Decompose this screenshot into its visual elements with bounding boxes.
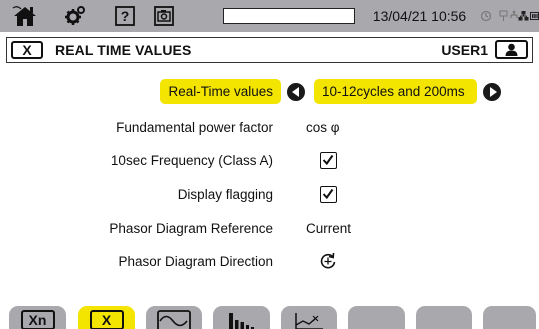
home-icon[interactable] [10, 0, 40, 32]
tab-waveform[interactable] [146, 306, 202, 329]
phasor-reference-label: Phasor Diagram Reference [109, 221, 273, 236]
tab-x[interactable]: X [78, 306, 135, 329]
setting-row-flagging: Display flagging [0, 182, 539, 208]
next-arrow-icon[interactable] [483, 83, 501, 101]
page-title: REAL TIME VALUES [55, 42, 192, 58]
tab-trend[interactable] [281, 306, 337, 329]
power-factor-label: Fundamental power factor [116, 120, 273, 135]
setting-row-power-factor: Fundamental power factor cos φ [0, 115, 539, 141]
settings-icon[interactable] [62, 0, 88, 32]
tab-x-label: X [89, 310, 124, 329]
svg-text:?: ? [121, 8, 130, 24]
setting-row-phasor-direction: Phasor Diagram Direction [0, 249, 539, 275]
title-bar: X REAL TIME VALUES USER1 [6, 37, 533, 63]
frequency-label: 10sec Frequency (Class A) [110, 153, 273, 168]
battery-icon [530, 0, 539, 32]
alarm-icon [479, 0, 493, 32]
status-bar: ? 13/04/21 10:56 [0, 0, 539, 32]
previous-arrow-icon[interactable] [287, 83, 305, 101]
rotate-counterclockwise-icon[interactable] [318, 251, 338, 276]
checkmark-icon [322, 188, 334, 200]
frequency-checkbox[interactable] [320, 152, 337, 169]
datetime: 13/04/21 10:56 [372, 8, 467, 24]
realtime-mode-label[interactable]: Real-Time values [160, 79, 281, 104]
tab-harmonics[interactable] [213, 306, 270, 329]
tab-empty-7[interactable] [416, 306, 472, 329]
tab-empty-6[interactable] [348, 306, 405, 329]
user-icon [505, 43, 518, 56]
harmonics-bars-icon [228, 313, 254, 329]
setting-row-phasor-reference: Phasor Diagram Reference Current [0, 216, 539, 242]
sine-wave-icon [157, 310, 191, 329]
realtime-mode-value[interactable]: 10-12cycles and 200ms [314, 79, 477, 104]
phasor-direction-label: Phasor Diagram Direction [118, 254, 273, 269]
setting-row-frequency: 10sec Frequency (Class A) [0, 148, 539, 174]
flagging-label: Display flagging [177, 187, 273, 202]
usb-icon [498, 0, 508, 32]
progress-bar [223, 8, 355, 24]
checkmark-icon [322, 154, 334, 166]
help-icon[interactable]: ? [113, 0, 137, 32]
user-profile-label: USER1 [441, 42, 488, 58]
setting-row-realtime-mode: Real-Time values 10-12cycles and 200ms [0, 79, 539, 105]
camera-icon[interactable] [152, 0, 176, 32]
network-local-icon [517, 0, 529, 32]
user-profile-button[interactable] [495, 40, 528, 59]
close-button[interactable]: X [11, 41, 43, 59]
tab-xn-label: Xn [20, 310, 55, 329]
trend-graph-icon [295, 313, 323, 329]
power-factor-value[interactable]: cos φ [306, 120, 340, 135]
phasor-reference-value[interactable]: Current [306, 221, 351, 236]
tab-empty-8[interactable] [483, 306, 536, 329]
flagging-checkbox[interactable] [320, 186, 337, 203]
tab-xn[interactable]: Xn [9, 306, 66, 329]
